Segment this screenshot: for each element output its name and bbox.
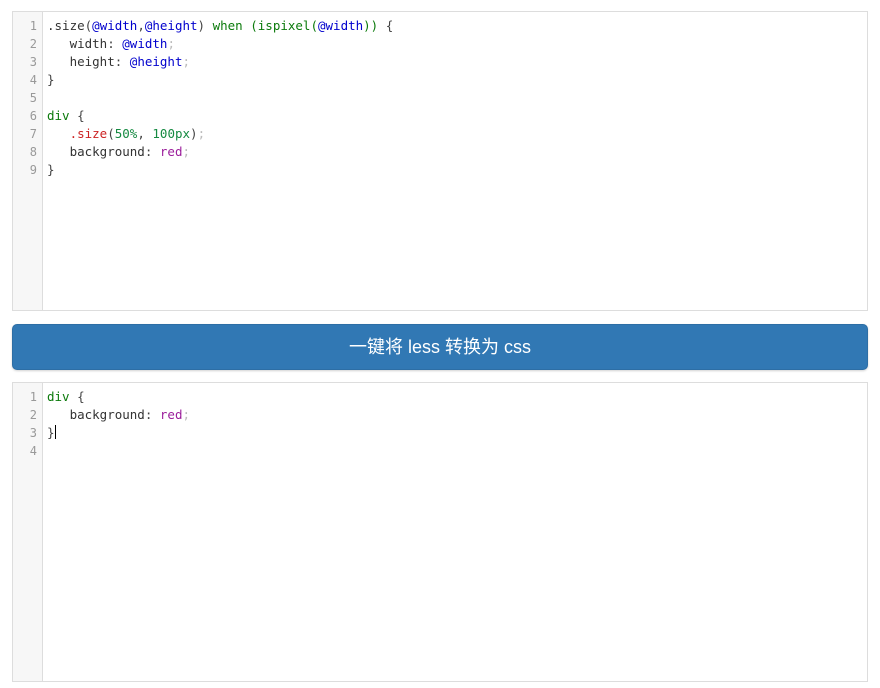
code-token: ) — [190, 126, 198, 141]
code-line: div { — [47, 107, 867, 125]
code-token: div — [47, 108, 70, 123]
code-token: background — [47, 144, 145, 159]
input-line-number-gutter: 1 2 3 4 5 6 7 8 9 — [13, 12, 43, 310]
code-token: @width — [122, 36, 168, 51]
input-code-area[interactable]: .size(@width,@height) when (ispixel(@wid… — [43, 12, 867, 310]
line-number: 1 — [29, 390, 37, 404]
line-number: 6 — [29, 109, 37, 123]
code-line: } — [47, 161, 867, 179]
code-token: @width — [92, 18, 138, 33]
line-number: 3 — [29, 55, 37, 69]
code-token: ( — [107, 126, 115, 141]
line-number: 5 — [29, 91, 37, 105]
line-number: 4 — [29, 73, 37, 87]
code-token: } — [47, 425, 55, 440]
code-token: { — [69, 108, 85, 123]
line-number: 7 — [29, 127, 37, 141]
code-token: .size — [47, 18, 85, 33]
code-token: .size — [69, 126, 108, 141]
code-token: : — [114, 54, 130, 69]
line-number: 2 — [29, 37, 37, 51]
code-token: ; — [167, 36, 175, 51]
output-line-number-gutter: 1 2 3 4 — [13, 383, 43, 681]
code-token: div — [47, 389, 70, 404]
code-line: div { — [47, 388, 867, 406]
code-token: @height — [144, 18, 198, 33]
code-token: ( — [310, 18, 318, 33]
code-token: background — [47, 407, 145, 422]
code-token: red — [159, 407, 183, 422]
code-token: ; — [182, 54, 191, 69]
line-number: 9 — [29, 163, 37, 177]
less-to-css-converter-page: 123456789 .size(@width,@height) when (is… — [0, 0, 880, 688]
code-token: ; — [197, 126, 206, 141]
code-token: : — [144, 407, 160, 422]
line-number: 8 — [29, 145, 37, 159]
code-token: height — [47, 54, 115, 69]
code-token: { — [378, 18, 394, 33]
code-token: ispixel — [257, 18, 311, 33]
code-line: } — [47, 424, 867, 442]
code-token: , — [137, 126, 153, 141]
code-token: ) — [197, 18, 206, 33]
code-token: ; — [182, 144, 191, 159]
line-number: 1 — [29, 19, 37, 33]
code-token: @height — [129, 54, 183, 69]
code-token: ; — [182, 407, 191, 422]
code-token: : — [107, 36, 123, 51]
code-token: 100px — [152, 126, 191, 141]
output-code-area[interactable]: div { background: red;} — [43, 383, 867, 681]
code-line: background: red; — [47, 406, 867, 424]
convert-less-to-css-button[interactable]: 一键将 less 转换为 css — [12, 324, 868, 370]
css-output-editor[interactable]: 1 2 3 4 div { background: red;} — [12, 382, 868, 682]
code-line: height: @height; — [47, 53, 867, 71]
code-token: : — [144, 144, 160, 159]
line-number: 4 — [29, 444, 37, 458]
line-number: 2 — [29, 408, 37, 422]
code-token: } — [47, 72, 55, 87]
code-line: .size(@width,@height) when (ispixel(@wid… — [47, 17, 867, 35]
less-input-editor[interactable]: 123456789 .size(@width,@height) when (is… — [12, 11, 868, 311]
code-token: 50% — [114, 126, 138, 141]
code-token: width — [47, 36, 108, 51]
code-line: width: @width; — [47, 35, 867, 53]
code-token: , — [137, 18, 145, 33]
code-token: red — [159, 144, 183, 159]
text-caret — [54, 425, 56, 439]
code-token: @width — [318, 18, 364, 33]
code-token: )) — [363, 18, 379, 33]
code-token: ( — [250, 18, 258, 33]
code-line: } — [47, 71, 867, 89]
code-line: background: red; — [47, 143, 867, 161]
code-token: { — [69, 389, 85, 404]
line-number: 3 — [29, 426, 37, 440]
code-token: } — [47, 162, 55, 177]
code-token: when — [212, 18, 243, 33]
code-line: .size(50%, 100px); — [47, 125, 867, 143]
